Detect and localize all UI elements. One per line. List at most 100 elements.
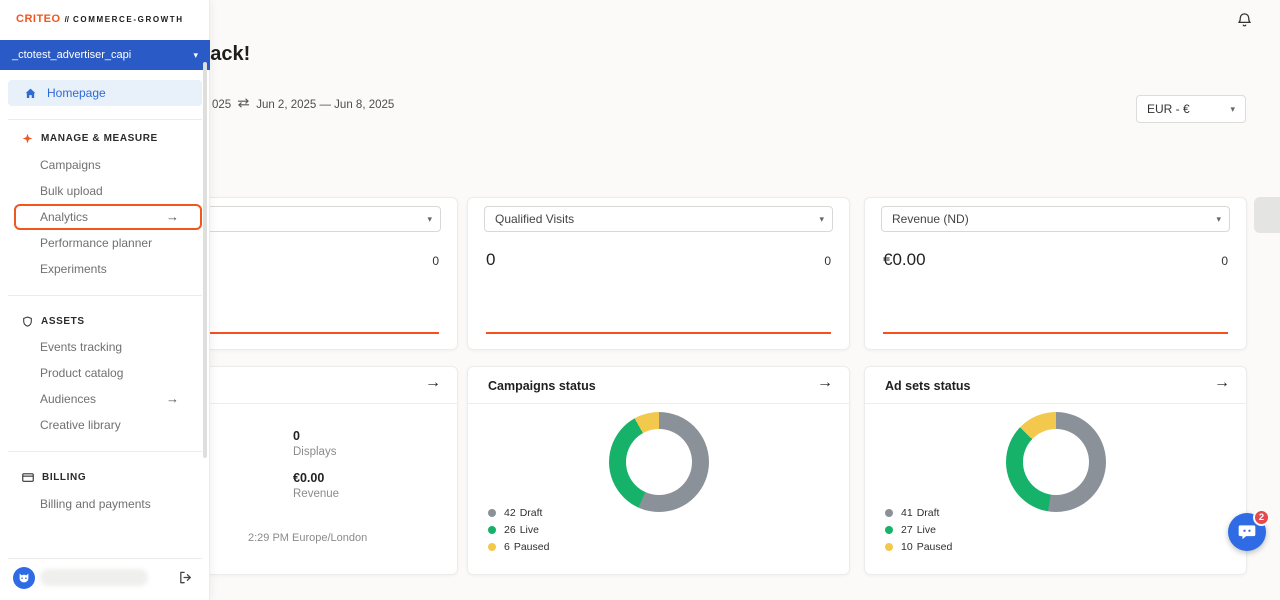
legend-item: 27 Live: [885, 523, 952, 536]
sidebar-item-creative-library[interactable]: Creative library: [40, 412, 121, 438]
metric-selector-value: Revenue (ND): [892, 212, 969, 226]
metric-selector[interactable]: Qualified Visits ▾: [484, 206, 833, 232]
metric-selector[interactable]: Revenue (ND) ▾: [881, 206, 1230, 232]
shield-icon: [22, 316, 33, 327]
legend-item: 26 Live: [488, 523, 549, 536]
sidebar-item-bulk-upload[interactable]: Bulk upload: [40, 178, 103, 204]
kpi-sparkline: [486, 332, 831, 334]
open-arrow-icon[interactable]: →: [817, 374, 833, 392]
user-avatar[interactable]: [13, 567, 35, 589]
section-title: ASSETS: [41, 316, 85, 327]
sidebar-item-campaigns[interactable]: Campaigns: [40, 152, 101, 178]
legend-label: Draft: [917, 507, 940, 519]
legend-dot: [885, 543, 893, 551]
chat-icon: [1237, 522, 1257, 542]
chevron-down-icon: ▾: [193, 50, 198, 61]
divider: [8, 119, 202, 120]
chevron-down-icon: ▾: [819, 214, 824, 225]
chat-unread-badge: 2: [1253, 509, 1270, 526]
kpi-card: Revenue (ND) ▾ €0.00 0: [864, 197, 1247, 350]
section-title: MANAGE & MEASURE: [41, 133, 158, 144]
donut-hole: [1023, 429, 1089, 495]
cat-icon: [17, 571, 31, 585]
summary-stats: 0 Displays €0.00 Revenue: [293, 429, 339, 513]
chat-bubble-button[interactable]: 2: [1228, 513, 1266, 551]
submenu-arrow-icon: →: [166, 204, 179, 230]
stat-label: Revenue: [293, 488, 339, 500]
legend-dot: [488, 543, 496, 551]
legend-dot: [488, 526, 496, 534]
notifications-bell-icon[interactable]: [1236, 11, 1254, 29]
sidebar-item-homepage[interactable]: Homepage: [8, 80, 202, 106]
legend-dot: [885, 526, 893, 534]
user-name-redacted: [40, 569, 148, 586]
sidebar-item-billing-and-payments[interactable]: Billing and payments: [40, 491, 151, 517]
kpi-value: €0.00: [883, 250, 926, 270]
section-header-billing: BILLING: [22, 470, 86, 484]
legend-item: 42 Draft: [488, 506, 549, 519]
home-icon: [24, 87, 37, 100]
legend-label: Paused: [514, 541, 550, 553]
submenu-arrow-icon: →: [166, 386, 179, 412]
sidebar-item-audiences[interactable]: Audiences: [40, 386, 96, 412]
sidebar-item-performance-planner[interactable]: Performance planner: [40, 230, 152, 256]
legend-dot: [885, 509, 893, 517]
donut-hole: [626, 429, 692, 495]
currency-value: EUR - €: [1147, 102, 1190, 116]
sidebar-item-analytics[interactable]: Analytics: [40, 204, 88, 230]
legend-item: 6 Paused: [488, 540, 549, 553]
card-header: Ad sets status →: [865, 367, 1246, 404]
legend-label: Draft: [520, 507, 543, 519]
legend-label: Paused: [917, 541, 953, 553]
logout-icon[interactable]: [178, 570, 193, 585]
divider: [8, 558, 202, 559]
app-window: Welcome back! 025 Jun 2, 2025 — Jun 8, 2…: [0, 0, 1280, 600]
kpi-card: Qualified Visits ▾ 0 0: [467, 197, 850, 350]
sidebar-scrollbar-thumb[interactable]: [203, 62, 207, 458]
chevron-down-icon: ▾: [1230, 104, 1235, 115]
section-header-assets: ASSETS: [22, 314, 85, 328]
section-header-manage-measure: MANAGE & MEASURE: [22, 131, 158, 145]
open-arrow-icon[interactable]: →: [425, 374, 441, 392]
chevron-down-icon: ▾: [1216, 214, 1221, 225]
legend-label: Live: [917, 524, 936, 536]
donut-chart: [609, 412, 709, 512]
currency-selector[interactable]: EUR - € ▾: [1136, 95, 1246, 123]
advertiser-selector[interactable]: _ctotest_advertiser_capi ▾: [0, 40, 210, 70]
section-title: BILLING: [42, 472, 86, 483]
card-header: Campaigns status →: [468, 367, 849, 404]
open-arrow-icon[interactable]: →: [1214, 374, 1230, 392]
sidebar-item-experiments[interactable]: Experiments: [40, 256, 107, 282]
logo-separator: //: [65, 15, 69, 24]
sidebar-item-events-tracking[interactable]: Events tracking: [40, 334, 122, 360]
chart-legend: 41 Draft 27 Live 10 Paused: [885, 506, 952, 557]
legend-dot: [488, 509, 496, 517]
divider: [8, 295, 202, 296]
legend-item: 10 Paused: [885, 540, 952, 553]
campaigns-status-card: Campaigns status → 42 Draft 26 Live: [467, 366, 850, 575]
sidebar-item-label: Homepage: [47, 86, 106, 100]
logo-brand: CRITEO: [16, 13, 61, 25]
legend-count: 27: [901, 524, 913, 536]
advertiser-name: _ctotest_advertiser_capi: [12, 49, 131, 61]
legend-count: 42: [504, 507, 516, 519]
metric-selector-value: Qualified Visits: [495, 212, 574, 226]
adsets-status-card: Ad sets status → 41 Draft 27 Live: [864, 366, 1247, 575]
kpi-secondary-value: 0: [824, 254, 831, 268]
legend-count: 41: [901, 507, 913, 519]
logo-suite: COMMERCE-GROWTH: [73, 15, 184, 24]
card-title: Campaigns status: [488, 379, 596, 393]
date-range-selector[interactable]: 025 Jun 2, 2025 — Jun 8, 2025: [212, 98, 394, 111]
date-prefix: 025: [212, 99, 231, 111]
kpi-secondary-value: 0: [432, 254, 439, 268]
floating-tab[interactable]: [1254, 197, 1280, 233]
stat-label: Displays: [293, 446, 339, 458]
date-range-text: Jun 2, 2025 — Jun 8, 2025: [256, 99, 394, 111]
kpi-value: 0: [486, 250, 495, 270]
kpi-sparkline: [883, 332, 1228, 334]
sidebar-item-product-catalog[interactable]: Product catalog: [40, 360, 123, 386]
donut-chart: [1006, 412, 1106, 512]
legend-count: 6: [504, 541, 510, 553]
credit-card-icon: [22, 473, 34, 482]
criteo-logo: CRITEO // COMMERCE-GROWTH: [16, 13, 184, 25]
